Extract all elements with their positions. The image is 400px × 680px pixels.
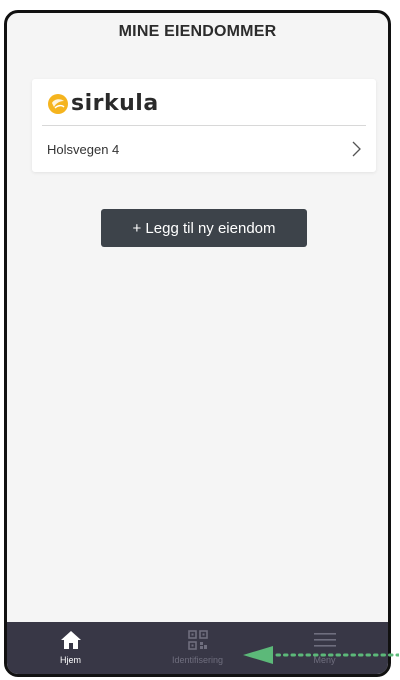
brand-row: sirkula <box>47 91 159 116</box>
property-name: Holsvegen 4 <box>47 141 120 157</box>
tab-identification-label: Identifisering <box>171 655 224 665</box>
page-title: MINE EIENDOMMER <box>118 23 277 40</box>
annotation-arrow-icon <box>243 646 399 664</box>
property-list-item[interactable]: Holsvegen 4 <box>32 126 376 172</box>
brand-name: sirkula <box>71 91 159 116</box>
chevron-right-icon <box>350 140 362 158</box>
property-card: sirkula Holsvegen 4 <box>32 79 376 172</box>
add-property-button[interactable]: + Legg til ny eiendom <box>101 209 307 247</box>
phone-screen: MINE EIENDOMMER sirkula Holsvegen 4 + Le… <box>4 10 391 677</box>
tab-home-label: Hjem <box>59 655 81 665</box>
tab-home[interactable]: Hjem <box>7 622 134 674</box>
qr-code-icon <box>185 628 211 652</box>
tab-identification[interactable]: Identifisering <box>134 622 261 674</box>
home-icon <box>58 628 84 652</box>
sirkula-logo-icon <box>47 93 69 115</box>
